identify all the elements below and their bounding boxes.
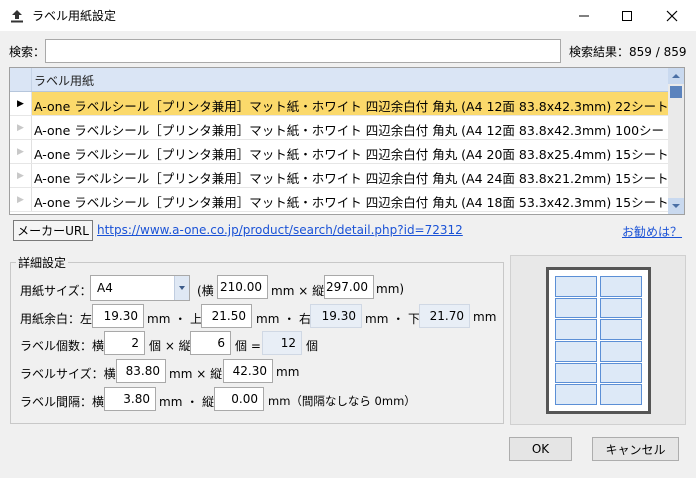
close-icon xyxy=(666,10,678,21)
ok-button-label: OK xyxy=(531,442,550,456)
dropdown-button[interactable] xyxy=(174,276,189,300)
row-arrow-icon: ▶ xyxy=(10,140,32,163)
upload-icon xyxy=(11,10,23,23)
preview-label-cell xyxy=(600,297,642,319)
details-legend: 詳細設定 xyxy=(16,254,69,271)
maker-url-link[interactable]: https://www.a-one.co.jp/product/search/d… xyxy=(97,223,463,237)
ok-button[interactable]: OK xyxy=(509,437,572,461)
margin-top-input[interactable]: 21.50 xyxy=(201,304,252,328)
minimize-button[interactable] xyxy=(562,0,606,31)
scroll-thumb[interactable] xyxy=(670,86,682,98)
table-cell: A-one ラベルシール［プリンタ兼用］マット紙・ホワイト 四辺余白付 角丸 (… xyxy=(34,123,685,138)
paper-size-label: 用紙サイズ： xyxy=(20,284,92,298)
paper-height-input[interactable]: 297.00 xyxy=(324,275,374,299)
label-total-unit: 個 xyxy=(306,339,319,353)
preview-label-grid xyxy=(555,276,642,405)
table-row[interactable]: ▶ A-one ラベルシール［プリンタ兼用］マット紙・ホワイト 四辺余白付 角丸… xyxy=(10,92,684,116)
title-bar: ラベル用紙設定 xyxy=(0,0,696,31)
preview-label-cell xyxy=(555,340,597,362)
preview-label-cell xyxy=(600,319,642,340)
paper-width-input[interactable]: 210.00 xyxy=(217,275,268,299)
row-arrow-icon: ▶ xyxy=(10,164,32,187)
preview-label-cell xyxy=(555,297,597,319)
label-preview-panel xyxy=(510,255,686,425)
table-row[interactable]: ▶ A-one ラベルシール［プリンタ兼用］マット紙・ホワイト 四辺余白付 角丸… xyxy=(10,140,684,164)
table-cell: A-one ラベルシール［プリンタ兼用］マット紙・ホワイト 四辺余白付 角丸 (… xyxy=(34,99,685,114)
window-title: ラベル用紙設定 xyxy=(32,9,117,23)
recommend-link[interactable]: お勧めは？ xyxy=(622,223,682,240)
scroll-down-icon xyxy=(672,204,680,208)
label-total-value: 12 xyxy=(262,331,302,355)
table-row[interactable]: ▶ A-one ラベルシール［プリンタ兼用］マット紙・ホワイト 四辺余白付 角丸… xyxy=(10,164,684,188)
cancel-button-label: キャンセル xyxy=(605,442,666,457)
chevron-down-icon xyxy=(179,286,185,290)
maker-url-button[interactable]: メーカーURL xyxy=(13,220,93,241)
margin-left-input[interactable]: 19.30 xyxy=(92,304,144,328)
gap-horizontal-input[interactable]: 3.80 xyxy=(104,387,156,411)
table-cell: A-one ラベルシール［プリンタ兼用］マット紙・ホワイト 四辺余白付 角丸 (… xyxy=(34,171,685,186)
preview-sheet xyxy=(546,267,651,414)
table-cell: A-one ラベルシール［プリンタ兼用］マット紙・ホワイト 四辺余白付 角丸 (… xyxy=(34,147,685,162)
preview-label-cell xyxy=(555,362,597,384)
maximize-icon xyxy=(622,10,632,21)
maker-url-button-label: メーカーURL xyxy=(17,224,89,238)
search-label: 検索： xyxy=(9,45,46,59)
margin-bottom-label: mm ・ 下 xyxy=(365,312,421,326)
paper-width-prefix: (横 xyxy=(197,284,214,298)
label-cols-unit: 個 × 縦 xyxy=(149,339,191,353)
label-paper-grid: ラベル用紙 ▶ A-one ラベルシール［プリンタ兼用］マット紙・ホワイト 四辺… xyxy=(9,67,685,215)
preview-label-cell xyxy=(555,384,597,405)
column-header-label-paper[interactable]: ラベル用紙 xyxy=(34,72,94,89)
scroll-down-button[interactable] xyxy=(668,198,684,214)
label-height-unit: mm xyxy=(276,365,300,379)
cancel-button[interactable]: キャンセル xyxy=(592,437,679,461)
label-cols-input[interactable]: 2 xyxy=(104,331,145,355)
paper-size-value: A4 xyxy=(97,281,113,295)
maximize-button[interactable] xyxy=(605,0,649,31)
row-selected-arrow-icon: ▶ xyxy=(10,92,32,115)
scroll-up-icon xyxy=(672,74,680,78)
paper-height-unit: mm) xyxy=(376,282,405,296)
preview-label-cell xyxy=(600,276,642,297)
row-arrow-icon: ▶ xyxy=(10,188,32,211)
gap-note: mm（間隔なしなら 0mm） xyxy=(268,394,416,408)
preview-label-cell xyxy=(555,276,597,297)
label-size-label: ラベルサイズ：横 xyxy=(20,367,116,381)
search-input[interactable] xyxy=(45,39,561,63)
label-gap-label: ラベル間隔：横 xyxy=(20,395,105,409)
preview-label-cell xyxy=(600,340,642,362)
grid-vertical-scrollbar[interactable] xyxy=(668,68,684,214)
preview-label-cell xyxy=(600,362,642,384)
close-button[interactable] xyxy=(650,0,694,31)
paper-width-unit: mm × 縦 xyxy=(271,284,325,298)
table-row[interactable]: ▶ A-one ラベルシール［プリンタ兼用］マット紙・ホワイト 四辺余白付 角丸… xyxy=(10,116,684,140)
margin-top-label: mm ・ 上 xyxy=(147,312,203,326)
label-width-input[interactable]: 83.80 xyxy=(116,359,166,383)
minimize-icon xyxy=(579,15,589,16)
table-cell: A-one ラベルシール［プリンタ兼用］マット紙・ホワイト 四辺余白付 角丸 (… xyxy=(34,195,685,210)
margin-label: 用紙余白：左 xyxy=(20,312,93,326)
search-result-count: 検索結果：859 / 859 xyxy=(569,45,687,59)
margin-right-label: mm ・ 右 xyxy=(256,312,312,326)
scroll-up-button[interactable] xyxy=(668,68,684,84)
label-width-unit: mm × 縦 xyxy=(169,367,223,381)
preview-label-cell xyxy=(555,319,597,340)
table-row[interactable]: ▶ A-one ラベルシール［プリンタ兼用］マット紙・ホワイト 四辺余白付 角丸… xyxy=(10,188,684,212)
label-rows-input[interactable]: 6 xyxy=(190,331,231,355)
label-rows-unit: 個 = xyxy=(235,339,261,353)
margin-right-value: 19.30 xyxy=(310,304,362,328)
gap-vertical-label: mm ・ 縦 xyxy=(159,395,215,409)
margin-unit: mm xyxy=(473,310,497,324)
grid-header: ラベル用紙 xyxy=(10,68,670,92)
margin-bottom-value: 21.70 xyxy=(419,304,470,328)
gap-vertical-input[interactable]: 0.00 xyxy=(214,387,264,411)
row-arrow-icon: ▶ xyxy=(10,116,32,139)
preview-label-cell xyxy=(600,384,642,405)
label-height-input[interactable]: 42.30 xyxy=(223,359,273,383)
label-count-label: ラベル個数：横 xyxy=(20,339,105,353)
paper-size-select[interactable]: A4 xyxy=(90,275,190,301)
